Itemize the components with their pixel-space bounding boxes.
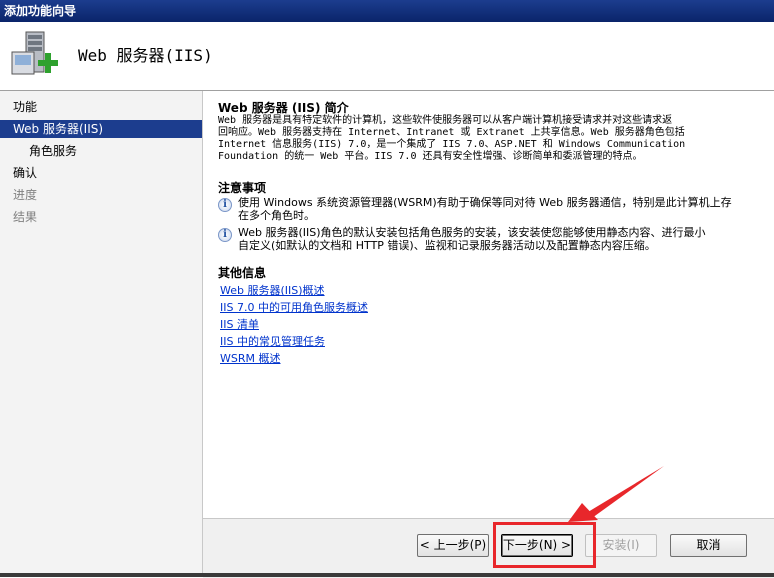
link-iis-common-tasks[interactable]: IIS 中的常见管理任务 — [220, 335, 325, 349]
intro-line: Web 服务器是具有特定软件的计算机，这些软件使服务器可以从客户端计算机接受请求… — [218, 115, 673, 126]
wizard-header: Web 服务器(IIS) — [0, 22, 774, 91]
intro-line: Internet 信息服务(IIS) 7.0，是一个集成了 IIS 7.0、AS… — [218, 139, 686, 150]
more-info-title: 其他信息 — [218, 266, 267, 280]
sidebar-item-label: 角色服务 — [29, 144, 78, 158]
link-iis-checklist[interactable]: IIS 清单 — [220, 318, 259, 332]
wizard-sidebar: 功能 Web 服务器(IIS) 角色服务 确认 进度 结果 — [0, 91, 203, 577]
sidebar-item-progress: 进度 — [0, 186, 202, 204]
install-button: 安装(I) — [585, 534, 657, 557]
sidebar-item-web-server-iis[interactable]: Web 服务器(IIS) — [0, 120, 202, 138]
sidebar-item-label: 功能 — [13, 100, 38, 114]
link-wsrm-overview[interactable]: WSRM 概述 — [220, 352, 281, 366]
sidebar-item-features[interactable]: 功能 — [0, 98, 202, 116]
sidebar-item-confirmation[interactable]: 确认 — [0, 164, 202, 182]
window-titlebar[interactable]: 添加功能向导 — [0, 0, 774, 22]
intro-title: Web 服务器 (IIS) 简介 — [218, 101, 349, 115]
notes-title: 注意事项 — [218, 181, 267, 195]
server-role-add-icon — [11, 31, 58, 75]
info-icon: i — [218, 228, 232, 242]
prev-button[interactable]: < 上一步(P) — [417, 534, 489, 557]
intro-line: 回响应。Web 服务器支持在 Internet、Intranet 或 Extra… — [218, 127, 685, 138]
sidebar-item-label: 结果 — [13, 210, 38, 224]
link-web-server-overview[interactable]: Web 服务器(IIS)概述 — [220, 284, 325, 298]
sidebar-item-label: 进度 — [13, 188, 38, 202]
sidebar-item-role-services[interactable]: 角色服务 — [0, 142, 202, 160]
wizard-footer: < 上一步(P) 下一步(N) > 安装(I) 取消 — [203, 518, 774, 578]
window-title: 添加功能向导 — [4, 4, 77, 18]
note-line: 使用 Windows 系统资源管理器(WSRM)有助于确保等同对待 Web 服务… — [238, 196, 732, 209]
sidebar-item-results: 结果 — [0, 208, 202, 226]
sidebar-item-label: Web 服务器(IIS) — [13, 122, 104, 136]
taskbar-strip — [0, 573, 774, 577]
intro-text: Web 服务器是具有特定软件的计算机，这些软件使服务器可以从客户端计算机接受请求… — [218, 115, 763, 163]
intro-line: Foundation 的统一 Web 平台。IIS 7.0 还具有安全性增强、诊… — [218, 151, 643, 162]
note-line: Web 服务器(IIS)角色的默认安装包括角色服务的安装，该安装使您能够使用静态… — [238, 226, 706, 239]
sidebar-item-label: 确认 — [13, 166, 38, 180]
note-line: 在多个角色时。 — [238, 209, 315, 222]
note-line: 自定义(如默认的文档和 HTTP 错误)、监视和记录服务器活动以及配置静态内容压… — [238, 239, 656, 252]
info-icon: i — [218, 198, 232, 212]
link-iis-role-services-overview[interactable]: IIS 7.0 中的可用角色服务概述 — [220, 301, 368, 315]
next-button[interactable]: 下一步(N) > — [501, 534, 573, 557]
cancel-button[interactable]: 取消 — [670, 534, 747, 557]
page-title: Web 服务器(IIS) — [78, 46, 213, 65]
wizard-content: Web 服务器 (IIS) 简介 Web 服务器是具有特定软件的计算机，这些软件… — [203, 91, 774, 518]
